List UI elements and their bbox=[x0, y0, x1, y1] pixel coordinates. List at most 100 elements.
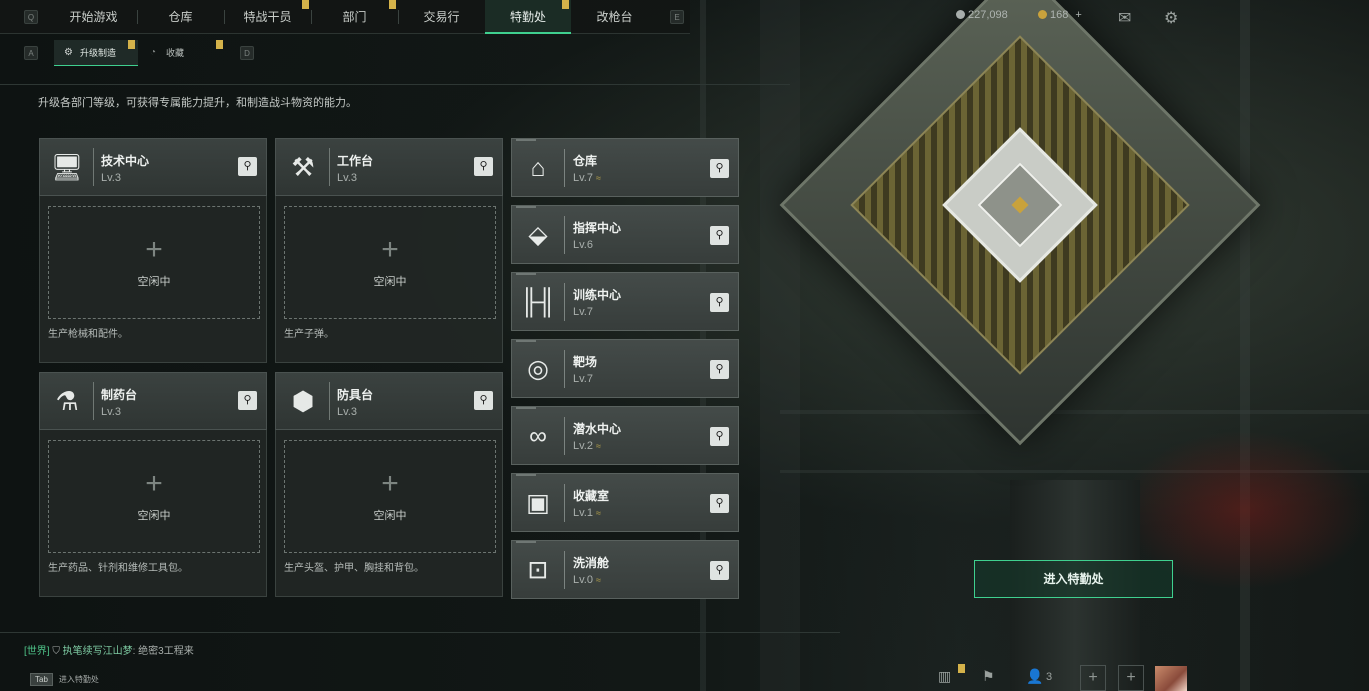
mail-icon[interactable]: ✉ bbox=[1118, 8, 1131, 28]
room-name: 潜水中心 bbox=[573, 422, 622, 436]
tab-start-game[interactable]: 开始游戏 bbox=[50, 0, 137, 34]
room-warehouse[interactable]: ⌂ 仓库 Lv.7 ≈ ⚲ bbox=[511, 138, 739, 197]
cubes-icon: ⬢ bbox=[291, 386, 315, 416]
workstation-desc: 生产药品、针剂和维修工具包。 bbox=[48, 563, 188, 574]
avatar[interactable] bbox=[1155, 666, 1187, 691]
gold-currency[interactable]: 168 + bbox=[1038, 9, 1082, 21]
room-level: Lv.6 bbox=[573, 239, 593, 251]
add-icon: + bbox=[381, 233, 399, 266]
key-hint-e: E bbox=[670, 10, 684, 24]
room-level: Lv.7 bbox=[573, 306, 593, 318]
workstation-name: 防具台 bbox=[337, 388, 374, 402]
room-level: Lv.7 bbox=[573, 373, 593, 385]
slot-status: 空闲中 bbox=[373, 276, 407, 288]
workstation-desc: 生产头盔、护甲、胸挂和背包。 bbox=[284, 563, 424, 574]
add-icon: + bbox=[381, 467, 399, 500]
workstation-tech-center[interactable]: 🖥 技术中心 Lv.3 ⚲ bbox=[39, 138, 267, 196]
production-slot[interactable]: + 空闲中 bbox=[48, 440, 260, 553]
room-name: 收藏室 bbox=[573, 489, 610, 503]
tab-key-hint: Tab 进入特勤处 bbox=[30, 673, 99, 686]
tab-key: Tab bbox=[30, 673, 53, 686]
subtab-upgrade-craft[interactable]: ⚙ 升级制造 bbox=[54, 40, 138, 66]
search-icon[interactable]: ⚲ bbox=[710, 494, 729, 513]
tab-operators[interactable]: 特战干员 bbox=[224, 0, 311, 34]
flag-icon[interactable]: ⚑ bbox=[982, 668, 995, 685]
notification-badge bbox=[128, 40, 135, 49]
workstation-workbench[interactable]: ⚒ 工作台 Lv.3 ⚲ bbox=[275, 138, 503, 196]
tab-warehouse[interactable]: 仓库 bbox=[137, 0, 224, 34]
subtab-collection[interactable]: ◔ 收藏 bbox=[140, 40, 226, 66]
production-slot[interactable]: + 空闲中 bbox=[48, 206, 260, 319]
collection-icon: ◔ bbox=[150, 47, 157, 58]
search-icon[interactable]: ⚲ bbox=[710, 427, 729, 446]
tab-special-ops[interactable]: 特勤处 bbox=[485, 0, 571, 34]
tab-market[interactable]: 交易行 bbox=[398, 0, 485, 34]
workstation-pharmacy[interactable]: ⚗ 制药台 Lv.3 ⚲ bbox=[39, 372, 267, 430]
collection-icon: ▣ bbox=[526, 489, 550, 517]
world-chat-line[interactable]: [世界] ⛉ 执笔续写江山梦: 绝密3工程来 bbox=[24, 642, 194, 657]
key-hint-d: D bbox=[240, 46, 254, 60]
warehouse-icon: ⌂ bbox=[530, 154, 546, 182]
search-icon[interactable]: ⚲ bbox=[238, 157, 257, 176]
diving-mask-icon: ∞ bbox=[529, 422, 547, 450]
friends-icon[interactable]: 👤 bbox=[1026, 668, 1043, 685]
search-icon[interactable]: ⚲ bbox=[238, 391, 257, 410]
add-slot-button[interactable]: + bbox=[1118, 665, 1144, 691]
search-icon[interactable]: ⚲ bbox=[474, 157, 493, 176]
search-icon[interactable]: ⚲ bbox=[474, 391, 493, 410]
stats-chart-icon[interactable]: ▥ bbox=[938, 668, 951, 685]
add-slot-button[interactable]: + bbox=[1080, 665, 1106, 691]
production-slot[interactable]: + 空闲中 bbox=[284, 440, 496, 553]
friends-count: 3 bbox=[1046, 671, 1053, 683]
search-icon[interactable]: ⚲ bbox=[710, 561, 729, 580]
tools-icon: ⚒ bbox=[291, 152, 315, 182]
workstation-name: 制药台 bbox=[101, 388, 138, 402]
room-shooting-range[interactable]: ◎ 靶场 Lv.7 ⚲ bbox=[511, 339, 739, 398]
room-collection-room[interactable]: ▣ 收藏室 Lv.1 ≈ ⚲ bbox=[511, 473, 739, 532]
settings-gear-icon[interactable]: ⚙ bbox=[1164, 8, 1178, 28]
room-decon-pod[interactable]: ⊡ 洗消舱 Lv.0 ≈ ⚲ bbox=[511, 540, 739, 599]
workstation-armor-bench[interactable]: ⬢ 防具台 Lv.3 ⚲ bbox=[275, 372, 503, 430]
tab-department[interactable]: 部门 bbox=[311, 0, 398, 34]
room-name: 靶场 bbox=[573, 355, 598, 369]
upgrade-arrow-icon: ≈ bbox=[595, 575, 601, 585]
microscope-icon: ⚗ bbox=[55, 386, 79, 416]
key-hint-q: Q bbox=[24, 10, 38, 24]
search-icon[interactable]: ⚲ bbox=[710, 226, 729, 245]
monitor-icon: 🖥 bbox=[50, 152, 84, 182]
notification-badge bbox=[562, 0, 569, 9]
top-nav: Q 开始游戏 仓库 特战干员 部门 交易行 特勤处 改枪台 E bbox=[0, 0, 690, 34]
key-hint-a: A bbox=[24, 46, 38, 60]
production-slot[interactable]: + 空闲中 bbox=[284, 206, 496, 319]
search-icon[interactable]: ⚲ bbox=[710, 293, 729, 312]
subtab-label: 升级制造 bbox=[80, 48, 117, 58]
target-icon: ◎ bbox=[527, 355, 549, 383]
notification-badge bbox=[958, 664, 965, 673]
notification-badge bbox=[389, 0, 396, 9]
room-diving-center[interactable]: ∞ 潜水中心 Lv.2 ≈ ⚲ bbox=[511, 406, 739, 465]
sub-nav: A ⚙ 升级制造 ◔ 收藏 D bbox=[0, 40, 260, 66]
search-icon[interactable]: ⚲ bbox=[710, 360, 729, 379]
room-training-center[interactable]: ╟╢ 训练中心 Lv.7 ⚲ bbox=[511, 272, 739, 331]
room-level: Lv.2 ≈ bbox=[573, 440, 601, 452]
workstation-level: Lv.3 bbox=[337, 172, 357, 184]
chat-sender[interactable]: 执笔续写江山梦 bbox=[63, 646, 133, 657]
shield-icon: ⛉ bbox=[52, 646, 60, 657]
gear-icon: ⚙ bbox=[64, 47, 73, 58]
enter-special-ops-button[interactable]: 进入特勤处 bbox=[974, 560, 1173, 598]
add-icon: + bbox=[145, 467, 163, 500]
slot-status: 空闲中 bbox=[137, 510, 171, 522]
room-command-center[interactable]: ⬙ 指挥中心 Lv.6 ⚲ bbox=[511, 205, 739, 264]
room-name: 洗消舱 bbox=[573, 556, 610, 570]
workstation-desc: 生产枪械和配件。 bbox=[48, 329, 128, 340]
search-icon[interactable]: ⚲ bbox=[710, 159, 729, 178]
tab-gunsmith[interactable]: 改枪台 bbox=[571, 0, 658, 34]
tab-hint-label: 进入特勤处 bbox=[58, 675, 99, 684]
room-level: Lv.7 ≈ bbox=[573, 172, 601, 184]
workstation-name: 工作台 bbox=[337, 154, 374, 168]
slot-status: 空闲中 bbox=[137, 276, 171, 288]
upgrade-arrow-icon: ≈ bbox=[595, 508, 601, 518]
subtab-label: 收藏 bbox=[166, 48, 185, 58]
room-name: 指挥中心 bbox=[573, 221, 622, 235]
add-icon: + bbox=[145, 233, 163, 266]
